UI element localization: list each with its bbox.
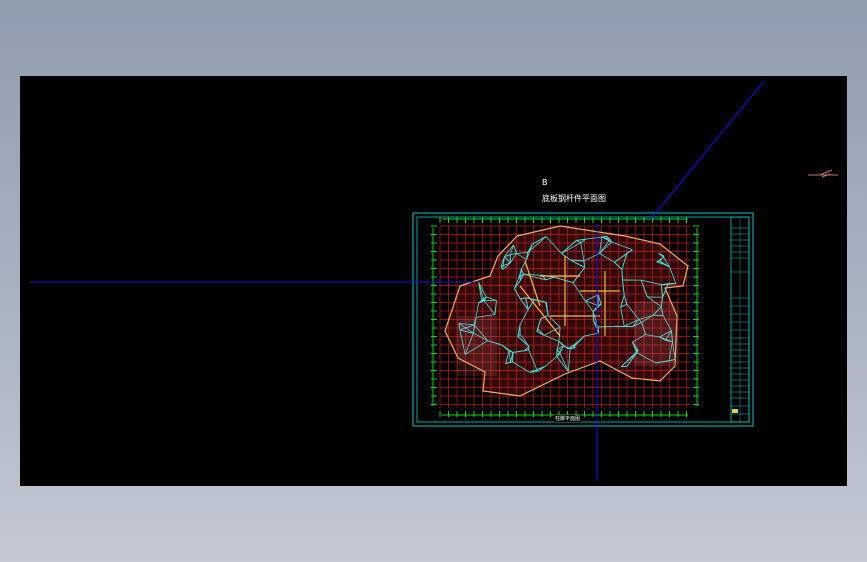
drawing-subtitle: 柱脚平面图 xyxy=(554,415,582,422)
drawing-title: 底板钢杆件平面图 xyxy=(542,194,606,203)
member-line xyxy=(574,346,576,349)
cad-drawing-viewport[interactable]: B 底板钢杆件平面图 柱脚平面图 xyxy=(20,76,847,486)
north-arrow-icon xyxy=(808,169,838,178)
drawing-top-label: B xyxy=(542,178,548,187)
title-block-logo xyxy=(732,409,738,413)
title-block xyxy=(730,216,750,423)
member-line xyxy=(621,269,623,281)
cad-drawing-canvas[interactable] xyxy=(20,76,847,486)
